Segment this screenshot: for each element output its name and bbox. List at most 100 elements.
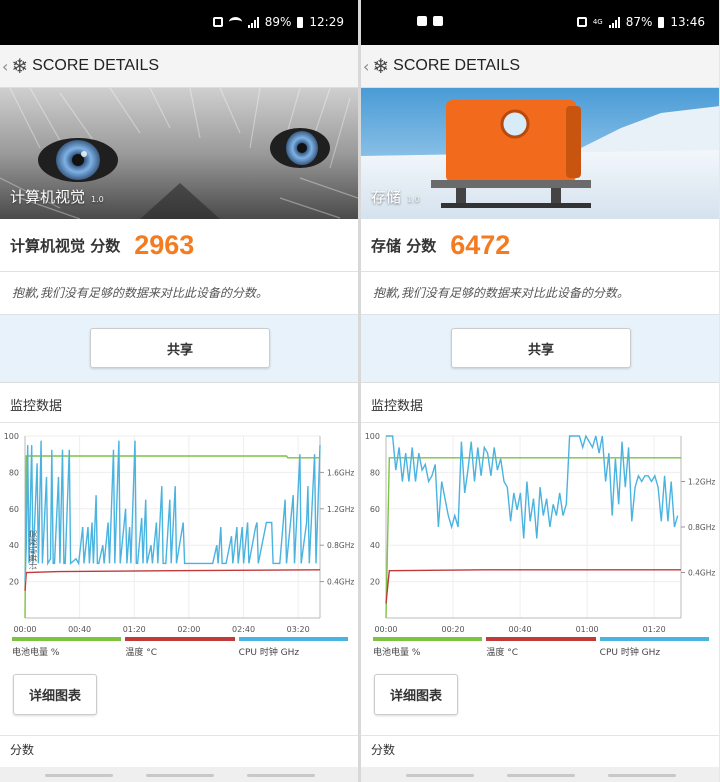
x-tick-label: 01:00 — [576, 625, 599, 634]
nav-recent[interactable] — [45, 774, 113, 777]
x-tick-label: 01:20 — [643, 625, 666, 634]
signal-icon — [608, 16, 620, 28]
score-value: 6472 — [450, 229, 511, 260]
y-tick-label: 100 — [4, 432, 19, 441]
share-button[interactable]: 共享 — [451, 328, 631, 368]
legend-temperature: 温度 °C — [125, 637, 235, 658]
y-tick-label: 100 — [365, 432, 380, 441]
left-screen: 89% 12:29 ‹ ❄ SCORE DETAILS 计算机视觉 1.0 计算… — [0, 0, 358, 782]
monitoring-title: 监控数据 — [371, 399, 424, 414]
divider — [361, 422, 719, 423]
score-row: 存储 分数 6472 — [361, 219, 719, 272]
y-tick-label: 60 — [9, 505, 19, 514]
y-tick-label: 20 — [9, 578, 19, 587]
legend-battery: 电池电量 % — [373, 637, 483, 658]
mail-icon — [433, 16, 443, 26]
y2-tick-label: 1.2GHz — [327, 505, 354, 514]
navigation-bar — [361, 767, 719, 782]
score-label: 计算机视觉 分数 — [10, 236, 121, 255]
series-line-cpu-clock — [386, 434, 679, 539]
facebook-icon — [417, 16, 427, 26]
test-name: 计算机视觉 — [10, 188, 86, 206]
back-icon[interactable]: ‹ — [2, 57, 8, 76]
y-tick-label: 40 — [370, 541, 380, 550]
y2-tick-label: 1.2GHz — [688, 478, 715, 487]
x-tick-label: 00:00 — [374, 625, 397, 634]
x-tick-label: 01:20 — [123, 625, 146, 634]
battery-icon — [658, 16, 665, 28]
share-area: 共享 — [0, 315, 358, 382]
share-area: 共享 — [361, 315, 719, 382]
status-bar: 4G 87% 13:46 — [361, 0, 719, 45]
status-bar: 89% 12:29 — [0, 0, 358, 45]
y-tick-label: 60 — [370, 505, 380, 514]
x-tick-label: 00:40 — [68, 625, 91, 634]
x-tick-label: 02:40 — [232, 625, 255, 634]
y2-tick-label: 0.8GHz — [688, 523, 715, 532]
hero-label: 存储 1.0 — [371, 186, 420, 207]
share-button[interactable]: 共享 — [90, 328, 270, 368]
page-title: SCORE DETAILS — [393, 57, 521, 74]
battery-icon — [297, 16, 304, 28]
monitoring-title: 监控数据 — [10, 399, 63, 414]
y2-tick-label: 0.4GHz — [327, 578, 354, 587]
nfc-icon — [212, 17, 223, 27]
nav-recent[interactable] — [406, 774, 474, 777]
comparison-message: 抱歉,我们没有足够的数据来对比此设备的分数。 — [361, 272, 719, 315]
snowflake-logo-icon: ❄ — [372, 54, 390, 78]
nav-back[interactable] — [608, 774, 676, 777]
comparison-message: 抱歉,我们没有足够的数据来对比此设备的分数。 — [0, 272, 358, 315]
legend-temperature: 温度 °C — [486, 637, 596, 658]
y-tick-label: 40 — [9, 541, 19, 550]
divider — [0, 422, 358, 423]
x-tick-label: 00:40 — [509, 625, 532, 634]
hero-banner: 存储 1.0 — [361, 88, 719, 219]
series-line-cpu-clock — [24, 440, 321, 582]
nav-back[interactable] — [247, 774, 315, 777]
score-section-title: 分数 — [0, 735, 358, 767]
score-row: 计算机视觉 分数 2963 — [0, 219, 358, 272]
chart-legend: 电池电量 % 温度 °C CPU 时钟 GHz — [12, 637, 348, 658]
navigation-bar — [0, 767, 358, 782]
back-icon[interactable]: ‹ — [363, 57, 369, 76]
legend-cpu-clock: CPU 时钟 GHz — [599, 637, 709, 658]
test-version: 1.0 — [91, 195, 104, 204]
monitoring-chart: 20 40 60 80 100 00:00 00:20 00:40 01:00 01:20 0.4G… — [365, 432, 716, 634]
test-name: 存储 — [371, 188, 402, 206]
lte-icon: 4G — [592, 18, 603, 26]
chart-marker-label: 计算机视觉 — [29, 530, 38, 570]
wifi-icon — [228, 17, 242, 27]
score-section-title: 分数 — [361, 735, 719, 767]
y-tick-label: 80 — [9, 468, 19, 477]
nav-home[interactable] — [146, 774, 214, 777]
hero-label: 计算机视觉 1.0 — [10, 186, 104, 207]
test-version: 1.0 — [407, 195, 420, 204]
nfc-icon — [576, 17, 587, 27]
clock: 13:46 — [670, 15, 705, 29]
page-title: SCORE DETAILS — [32, 57, 160, 74]
app-header: ‹ ❄ SCORE DETAILS — [361, 45, 719, 88]
y2-tick-label: 0.8GHz — [327, 541, 354, 550]
snowflake-logo-icon: ❄ — [11, 54, 29, 78]
series-line-temperature — [24, 569, 321, 591]
y2-tick-label: 0.4GHz — [688, 569, 715, 578]
clock: 12:29 — [309, 15, 344, 29]
y2-tick-label: 1.6GHz — [327, 468, 354, 477]
y-tick-label: 20 — [370, 578, 380, 587]
detailed-chart-button[interactable]: 详细图表 — [374, 674, 458, 715]
x-tick-label: 00:00 — [13, 625, 36, 634]
score-label: 存储 分数 — [371, 236, 437, 255]
app-header: ‹ ❄ SCORE DETAILS — [0, 45, 358, 88]
nav-home[interactable] — [507, 774, 575, 777]
x-tick-label: 02:00 — [177, 625, 200, 634]
chart-legend: 电池电量 % 温度 °C CPU 时钟 GHz — [373, 637, 709, 658]
battery-percent: 87% — [625, 15, 653, 29]
monitoring-chart: 20 40 60 80 100 00:00 00:40 01:20 02:00 02:40 03:2… — [4, 432, 355, 634]
hero-banner: 计算机视觉 1.0 — [0, 88, 358, 219]
right-screen: 4G 87% 13:46 ‹ ❄ SCORE DETAILS 存储 1.0 存储… — [361, 0, 719, 782]
detailed-chart-button[interactable]: 详细图表 — [13, 674, 97, 715]
legend-battery: 电池电量 % — [12, 637, 122, 658]
x-tick-label: 00:20 — [442, 625, 465, 634]
series-line-temperature — [385, 569, 681, 604]
y-tick-label: 80 — [370, 468, 380, 477]
